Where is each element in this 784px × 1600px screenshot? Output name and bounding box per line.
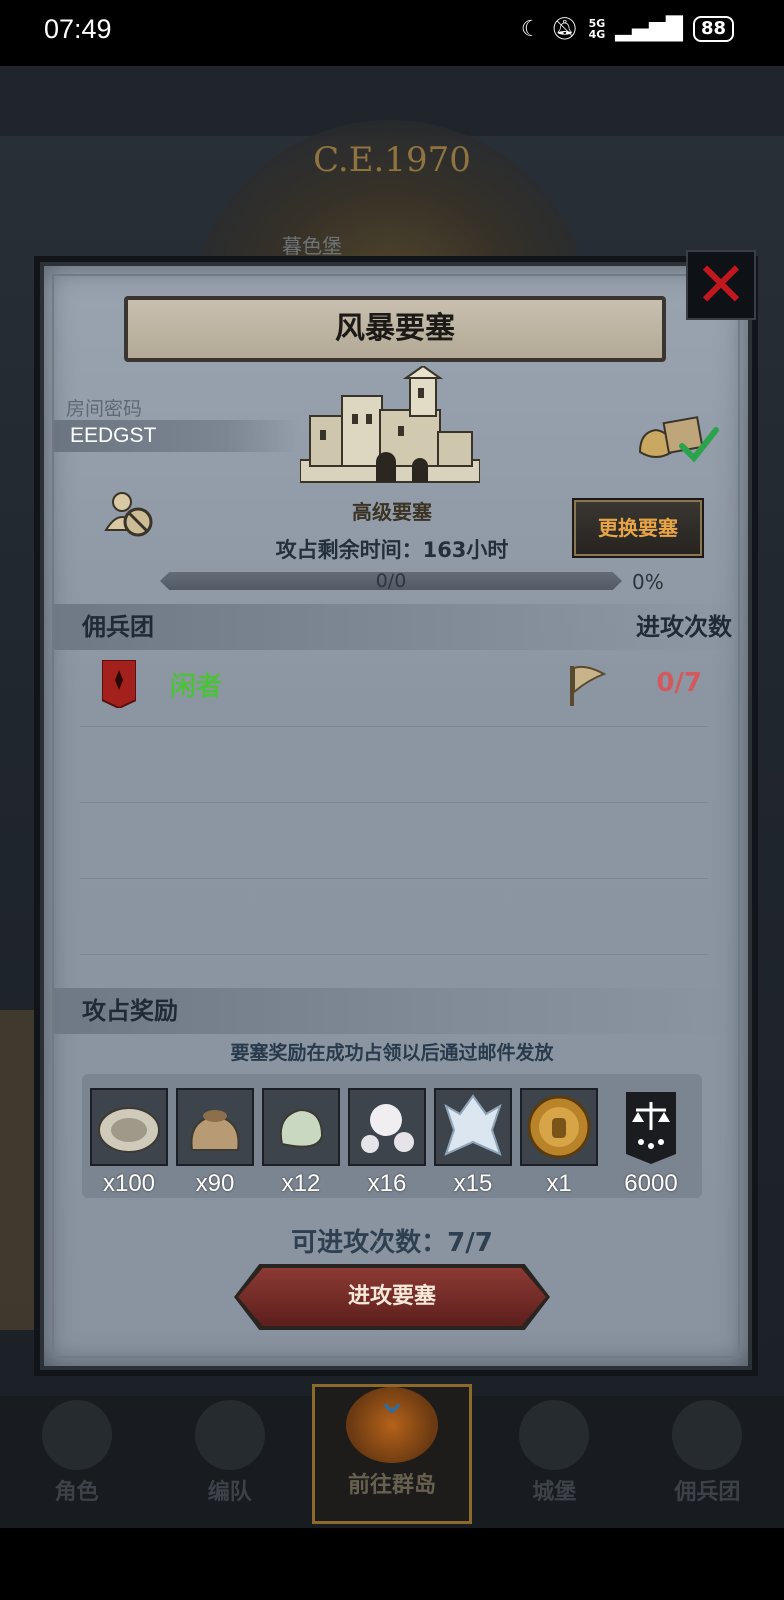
castle-icon <box>300 366 480 483</box>
reward-item[interactable]: 6000 <box>612 1088 690 1198</box>
guild-name: 闲者 <box>170 672 223 702</box>
signal-icon: ▂▄▆█ <box>615 16 683 42</box>
reward-qty: x15 <box>453 1170 493 1197</box>
capture-time-left: 攻占剩余时间：163小时 <box>275 538 509 562</box>
moon-icon: ☾ <box>520 16 541 42</box>
reward-header: 攻占奖励 <box>54 988 742 1034</box>
reward-qty: 6000 <box>624 1170 678 1197</box>
reward-item[interactable]: x100 <box>90 1088 168 1198</box>
guild-attack-count: 0/7 <box>656 668 702 698</box>
jade-stone-icon <box>262 1088 340 1166</box>
reward-qty: x100 <box>102 1170 156 1197</box>
nav-item-guild[interactable]: 佣兵团 <box>631 1396 784 1528</box>
reward-item[interactable]: x90 <box>176 1088 254 1198</box>
nav-item-formation[interactable]: 编队 <box>153 1396 306 1528</box>
nav-label: 佣兵团 <box>674 1480 741 1505</box>
attack-fortress-button[interactable]: 进攻要塞 <box>238 1268 546 1326</box>
guild-banner-icon <box>612 1088 690 1166</box>
sack-icon <box>176 1088 254 1166</box>
attack-flag-icon <box>570 665 607 706</box>
close-icon: ✕ <box>695 248 747 321</box>
nav-label: 城堡 <box>532 1480 577 1505</box>
room-code-value[interactable]: EEDGST <box>54 420 300 452</box>
reward-qty: x16 <box>367 1170 407 1197</box>
reward-item[interactable]: x12 <box>262 1088 340 1198</box>
network-indicator: 5G 4G <box>588 17 606 41</box>
row-divider <box>80 954 708 955</box>
reward-qty: x90 <box>195 1170 235 1197</box>
status-time: 07:49 <box>44 14 112 44</box>
attacks-left: 可进攻次数：7/7 <box>291 1228 493 1258</box>
knight-medal-icon <box>520 1088 598 1166</box>
mute-bell-icon: 🔕︎ <box>550 16 579 42</box>
nav-label: 角色 <box>54 1480 99 1505</box>
capture-progress-percent: 0% <box>632 570 664 594</box>
crystal-icon <box>434 1088 512 1166</box>
hide-user-icon[interactable] <box>104 490 158 540</box>
castle-nav-icon <box>519 1400 590 1470</box>
reward-note: 要塞奖励在成功占领以后通过邮件发放 <box>230 1042 554 1064</box>
battery-indicator: 88 <box>692 16 734 42</box>
chevron-down-icon: ⌄ <box>376 1378 408 1422</box>
reward-qty: x12 <box>281 1170 321 1197</box>
guild-nav-icon <box>672 1400 743 1470</box>
system-nav-bar <box>0 1528 784 1600</box>
capture-progress-text: 0/0 <box>375 570 407 592</box>
bottom-nav: 角色 编队 ⌄ 前往群岛 城堡 佣兵团 <box>0 1381 784 1528</box>
reward-item[interactable]: x15 <box>434 1088 512 1198</box>
pearl-icon <box>348 1088 426 1166</box>
guild-row[interactable]: 闲者 0/7 <box>80 656 708 720</box>
guild-table-header: 佣兵团 进攻次数 <box>54 604 742 650</box>
reward-item[interactable]: x1 <box>520 1088 598 1198</box>
nav-label: 前往群岛 <box>348 1473 437 1498</box>
nav-item-character[interactable]: 角色 <box>0 1396 153 1528</box>
row-divider <box>80 726 708 727</box>
guild-banner-icon <box>102 660 136 708</box>
location-label: 暮色堡 <box>282 234 342 258</box>
loot-claimed-icon[interactable] <box>636 412 720 466</box>
row-divider <box>80 878 708 879</box>
status-icons: ☾ 🔕︎ 5G 4G ▂▄▆█ 88 <box>521 16 734 42</box>
nav-label: 编队 <box>207 1480 252 1505</box>
close-button[interactable]: ✕ <box>686 248 756 321</box>
dialog-title: 风暴要塞 <box>124 296 666 362</box>
character-icon <box>41 1400 112 1470</box>
reward-item[interactable]: x16 <box>348 1088 426 1198</box>
era-text: C.E.1970 <box>313 140 471 180</box>
status-bar: 07:49 ☾ 🔕︎ 5G 4G ▂▄▆█ 88 <box>0 0 784 66</box>
guild-column-header: 佣兵团 <box>82 613 154 641</box>
oyster-icon <box>90 1088 168 1166</box>
nav-item-castle[interactable]: 城堡 <box>478 1396 631 1528</box>
row-divider <box>80 802 708 803</box>
nav-item-islands[interactable]: ⌄ 前往群岛 <box>312 1378 472 1524</box>
helmet-icon <box>194 1400 265 1470</box>
reward-qty: x1 <box>546 1170 572 1197</box>
reward-header-label: 攻占奖励 <box>82 997 178 1025</box>
room-code-label: 房间密码 <box>66 398 143 420</box>
attacks-column-header: 进攻次数 <box>636 613 732 641</box>
